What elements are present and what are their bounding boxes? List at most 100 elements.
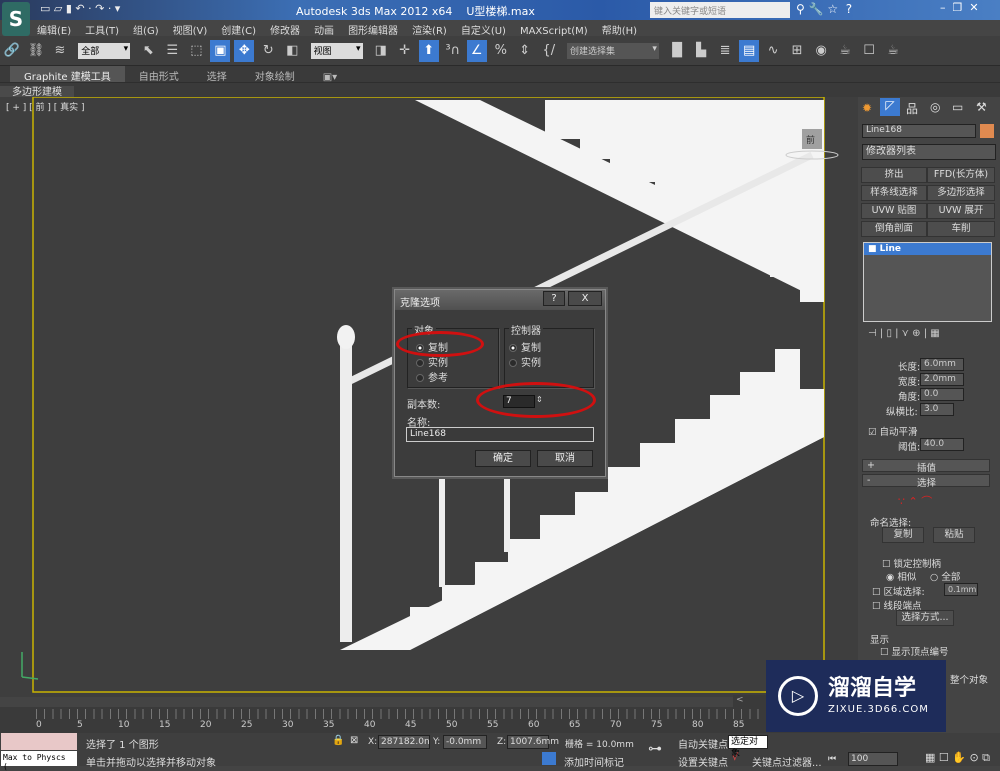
modify-tab-icon[interactable]: ◸ — [880, 98, 900, 116]
align-icon[interactable]: ▙ — [691, 40, 711, 62]
close-button[interactable]: X — [568, 291, 602, 306]
percent-snap-icon[interactable]: % — [491, 40, 511, 62]
mirror-icon[interactable]: ▐▌ — [667, 40, 687, 62]
alike-radio[interactable]: ◉ 相似 — [886, 569, 916, 583]
area-selection-input[interactable]: 0.1mm — [944, 583, 978, 596]
controller-radio-copy[interactable]: 复制 — [509, 339, 541, 354]
auto-smooth-checkbox[interactable]: ☑ 自动平滑 — [868, 424, 918, 438]
object-color-swatch[interactable] — [980, 124, 994, 138]
selection-filter-dropdown[interactable]: 全部 — [78, 43, 131, 59]
y-coordinate-input[interactable]: -0.0mm — [443, 735, 487, 749]
x-coordinate-input[interactable]: 287182.0n — [378, 735, 430, 749]
threshold-input[interactable]: 40.0 — [920, 438, 964, 451]
material-editor-icon[interactable]: ◉ — [811, 40, 831, 62]
angle-input[interactable]: 0.0 — [920, 388, 964, 401]
paste-selection-button[interactable]: 粘贴 — [933, 527, 975, 543]
stack-tools-icons[interactable]: ⊣ | ▯ | ⋎ ⊕ | ▦ — [868, 328, 940, 339]
absolute-mode-icon[interactable]: ⊠ — [350, 735, 358, 746]
modifier-ffd-box-button[interactable]: FFD(长方体) — [927, 167, 995, 183]
help-search-input[interactable]: 键入关键字或短语 — [650, 2, 790, 18]
ribbon-toggle-icon[interactable]: ▤ — [739, 40, 760, 62]
lock-selection-icon[interactable]: 🔒 — [332, 735, 344, 746]
object-name-input[interactable]: Line168 — [862, 124, 976, 138]
render-icon[interactable]: ☕ — [883, 40, 903, 62]
select-scale-icon[interactable]: ◧ — [282, 40, 302, 62]
width-input[interactable]: 2.0mm — [920, 373, 964, 386]
utilities-tab-icon[interactable]: ⚒ — [976, 100, 987, 114]
keyboard-shortcut-icon[interactable]: ⬆ — [418, 40, 439, 62]
ok-button[interactable]: 确定 — [475, 450, 531, 467]
controller-radio-instance[interactable]: 实例 — [509, 354, 541, 369]
select-by-name-icon[interactable]: ☰ — [162, 40, 182, 62]
show-vertex-numbers-checkbox[interactable]: ☐ 显示顶点编号 — [880, 644, 949, 658]
select-object-icon[interactable]: ⬉ — [138, 40, 158, 62]
add-time-tag[interactable]: 添加时间标记 — [564, 754, 624, 769]
rollout-selection[interactable]: - 选择 — [862, 474, 990, 489]
modifier-list-dropdown[interactable]: 修改器列表 — [862, 144, 996, 160]
render-setup-icon[interactable]: ☕ — [835, 40, 855, 62]
select-rotate-icon[interactable]: ↻ — [258, 40, 278, 62]
help-button[interactable]: ? — [543, 291, 565, 306]
manipulate-icon[interactable]: ✛ — [395, 40, 415, 62]
select-move-icon[interactable]: ✥ — [234, 40, 255, 62]
layer-manager-icon[interactable]: ≣ — [715, 40, 735, 62]
maxscript-listener[interactable] — [1, 733, 77, 750]
spinner-snap-icon[interactable]: ⇕ — [515, 40, 535, 62]
viewport-label[interactable]: [ + ] [ 前 ] [ 真实 ] — [6, 100, 85, 113]
rendered-frame-icon[interactable]: ☐ — [859, 40, 879, 62]
set-key-button[interactable]: 设置关键点 — [678, 754, 728, 769]
key-icon[interactable]: ⊶ — [648, 741, 662, 757]
aspect-input[interactable]: 3.0 — [920, 403, 954, 416]
lock-handles-checkbox[interactable]: ☐ 锁定控制柄 — [882, 556, 941, 570]
window-crossing-icon[interactable]: ▣ — [210, 40, 231, 62]
bind-spacewarp-icon[interactable]: ≋ — [50, 40, 70, 62]
link-icon[interactable]: 🔗 — [2, 40, 22, 62]
angle-snap-icon[interactable]: ∠ — [466, 40, 487, 62]
unlink-icon[interactable]: ⛓ — [26, 40, 46, 62]
time-tag-icon[interactable] — [542, 752, 556, 765]
current-frame-input[interactable]: 100 — [848, 752, 898, 766]
edit-named-sel-icon[interactable]: {/ — [539, 40, 559, 62]
maxscript-mini-listener[interactable]: Max to Physcs ( — [1, 751, 77, 771]
rollout-interpolation[interactable]: + 插值 — [862, 459, 990, 474]
auto-key-button[interactable]: 自动关键点 — [678, 736, 728, 751]
length-input[interactable]: 6.0mm — [920, 358, 964, 371]
select-by-button[interactable]: 选择方式... — [896, 610, 954, 626]
key-mode-dropdown[interactable]: 选定对象 — [728, 735, 768, 759]
modifier-spline-select-button[interactable]: 样条线选择 — [861, 185, 927, 201]
hierarchy-tab-icon[interactable]: 品 — [906, 100, 918, 117]
modifier-uvw-unwrap-button[interactable]: UVW 展开 — [927, 203, 995, 219]
z-coordinate-input[interactable]: 1007.6mm — [507, 735, 559, 749]
modifier-uvw-map-button[interactable]: UVW 贴图 — [861, 203, 927, 219]
schematic-view-icon[interactable]: ⊞ — [787, 40, 807, 62]
modifier-extrude-button[interactable]: 挤出 — [861, 167, 927, 183]
stack-item-line[interactable]: ■ Line — [864, 243, 991, 255]
motion-tab-icon[interactable]: ◎ — [930, 100, 940, 114]
modifier-lathe-button[interactable]: 车削 — [927, 221, 995, 237]
snap-3d-icon[interactable]: ³∩ — [443, 40, 463, 62]
name-input[interactable]: Line168 — [406, 427, 594, 442]
area-selection-checkbox[interactable]: ☐ 区域选择: — [872, 584, 925, 598]
viewport-nav-icons[interactable]: ▦ ☐ ✋ ⊙ ⧉ — [925, 751, 990, 765]
time-ruler[interactable] — [36, 709, 856, 719]
create-tab-icon[interactable]: ✹ — [862, 101, 872, 115]
timeline[interactable]: 051015202530354045505560657075808590 — [0, 707, 860, 733]
goto-start-icon[interactable]: ⏮ — [828, 754, 836, 764]
named-selection-dropdown[interactable]: 创建选择集 — [566, 43, 659, 59]
display-tab-icon[interactable]: ▭ — [952, 100, 963, 114]
app-logo[interactable]: S — [2, 2, 30, 36]
rect-selection-icon[interactable]: ⬚ — [186, 40, 206, 62]
key-filters-button[interactable]: 关键点过滤器... — [752, 754, 822, 769]
radio-reference[interactable]: 参考 — [416, 369, 448, 384]
quick-access-toolbar[interactable]: ▭ ▱ ▮ ↶ · ↷ · ▾ — [40, 2, 120, 15]
pivot-center-icon[interactable]: ◨ — [371, 40, 391, 62]
reference-coord-dropdown[interactable]: 视图 — [310, 43, 363, 59]
infocenter-icons[interactable]: ⚲ 🔧 ☆ ? — [796, 2, 852, 16]
window-controls[interactable]: – ❐ ✕ — [940, 1, 979, 14]
copy-selection-button[interactable]: 复制 — [882, 527, 924, 543]
modifier-poly-select-button[interactable]: 多边形选择 — [927, 185, 995, 201]
subobject-level-icons[interactable]: ∵ ⌃ ⌒ — [898, 493, 932, 509]
cancel-button[interactable]: 取消 — [537, 450, 593, 467]
all-radio[interactable]: ○ 全部 — [930, 569, 960, 583]
modifier-bevel-profile-button[interactable]: 倒角剖面 — [861, 221, 927, 237]
